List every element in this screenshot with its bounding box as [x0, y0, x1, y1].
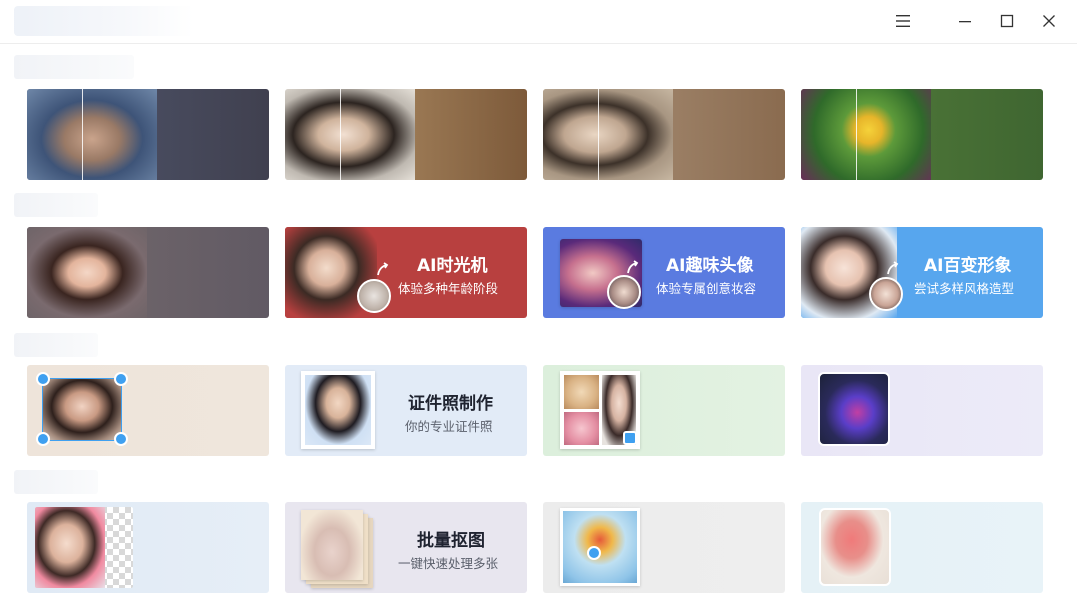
card-photo-collage[interactable]	[543, 365, 785, 456]
elderly-portrait-image	[27, 89, 157, 180]
card-id-photo[interactable]: 证件照制作 你的专业证件照	[285, 365, 527, 456]
card-title: AI时光机	[417, 256, 488, 276]
handbag-image	[301, 510, 363, 580]
section-label-restore	[14, 55, 134, 79]
card-image-edit[interactable]	[27, 365, 269, 456]
card-title: 证件照制作	[408, 394, 493, 414]
close-button[interactable]	[1035, 8, 1063, 34]
card-colorize[interactable]	[285, 89, 527, 180]
arrow-up-icon	[887, 261, 899, 275]
card-product-photo[interactable]	[801, 502, 1043, 593]
menu-icon	[896, 15, 910, 27]
tulip-image	[801, 89, 931, 180]
card-title: AI百变形象	[924, 256, 1012, 276]
minimize-button[interactable]	[951, 8, 979, 34]
card-cutout[interactable]	[27, 502, 269, 593]
card-subtitle: 你的专业证件照	[405, 419, 493, 434]
section-label-cutout	[14, 470, 98, 494]
flower-woman-image	[35, 507, 105, 588]
card-ai-time-machine[interactable]: AI时光机 体验多种年龄阶段	[285, 227, 527, 318]
card-subtitle: 体验多种年龄阶段	[398, 281, 499, 296]
card-ai-art[interactable]	[801, 365, 1043, 456]
section-label-portrait	[14, 193, 98, 217]
title-bar	[0, 0, 1077, 44]
card-title: 批量抠图	[417, 531, 485, 551]
maximize-icon	[1000, 14, 1014, 28]
minimize-icon	[959, 21, 971, 23]
app-logo	[14, 6, 194, 36]
resize-handle-icon	[114, 432, 128, 446]
coral-vase-image	[819, 508, 891, 586]
card-image-enhance[interactable]	[801, 89, 1043, 180]
card-old-photo-restore[interactable]	[27, 89, 269, 180]
smiling-woman-image	[27, 227, 147, 318]
balloon-frame	[560, 508, 640, 586]
card-ai-fun-avatar[interactable]: AI趣味头像 体验专属创意妆容	[543, 227, 785, 318]
compare-divider	[340, 89, 341, 180]
maximize-button[interactable]	[993, 8, 1021, 34]
compare-divider	[598, 89, 599, 180]
card-subtitle: 尝试多样风格造型	[914, 281, 1015, 296]
compare-divider	[82, 89, 83, 180]
dog-image	[564, 375, 599, 409]
collage-icon	[623, 431, 637, 445]
original-avatar-image	[869, 277, 903, 311]
arrow-up-icon	[627, 260, 639, 274]
card-photo-repair[interactable]	[543, 89, 785, 180]
edit-target-image	[42, 378, 122, 441]
card-bg-replace[interactable]	[543, 502, 785, 593]
card-batch-cutout[interactable]: 批量抠图 一键快速处理多张	[285, 502, 527, 593]
card-subtitle: 体验专属创意妆容	[656, 281, 757, 296]
card-subtitle: 一键快速处理多张	[398, 556, 499, 571]
close-icon	[1043, 15, 1055, 27]
opacity-handle-icon	[114, 372, 128, 386]
card-title: AI趣味头像	[666, 256, 754, 276]
boy-portrait-image	[543, 89, 673, 180]
swap-icon	[587, 546, 601, 560]
section-label-tools	[14, 333, 98, 357]
id-photo-frame	[301, 371, 375, 449]
hot-air-balloon-image	[563, 511, 637, 583]
id-photo-image	[305, 375, 371, 445]
original-avatar-image	[607, 275, 641, 309]
transparent-bg-image	[35, 507, 133, 588]
rose-image	[564, 411, 599, 445]
card-portrait-beauty[interactable]	[27, 227, 269, 318]
card-ai-style-change[interactable]: AI百变形象 尝试多样风格造型	[801, 227, 1043, 318]
layer-handle-icon	[36, 432, 50, 446]
arrow-up-icon	[377, 262, 389, 276]
woman-portrait-image	[285, 89, 415, 180]
menu-button[interactable]	[889, 8, 917, 34]
rotate-handle-icon	[36, 372, 50, 386]
elderly-avatar-image	[357, 279, 391, 313]
paintbrush-art-image	[818, 372, 890, 446]
compare-divider	[856, 89, 857, 180]
